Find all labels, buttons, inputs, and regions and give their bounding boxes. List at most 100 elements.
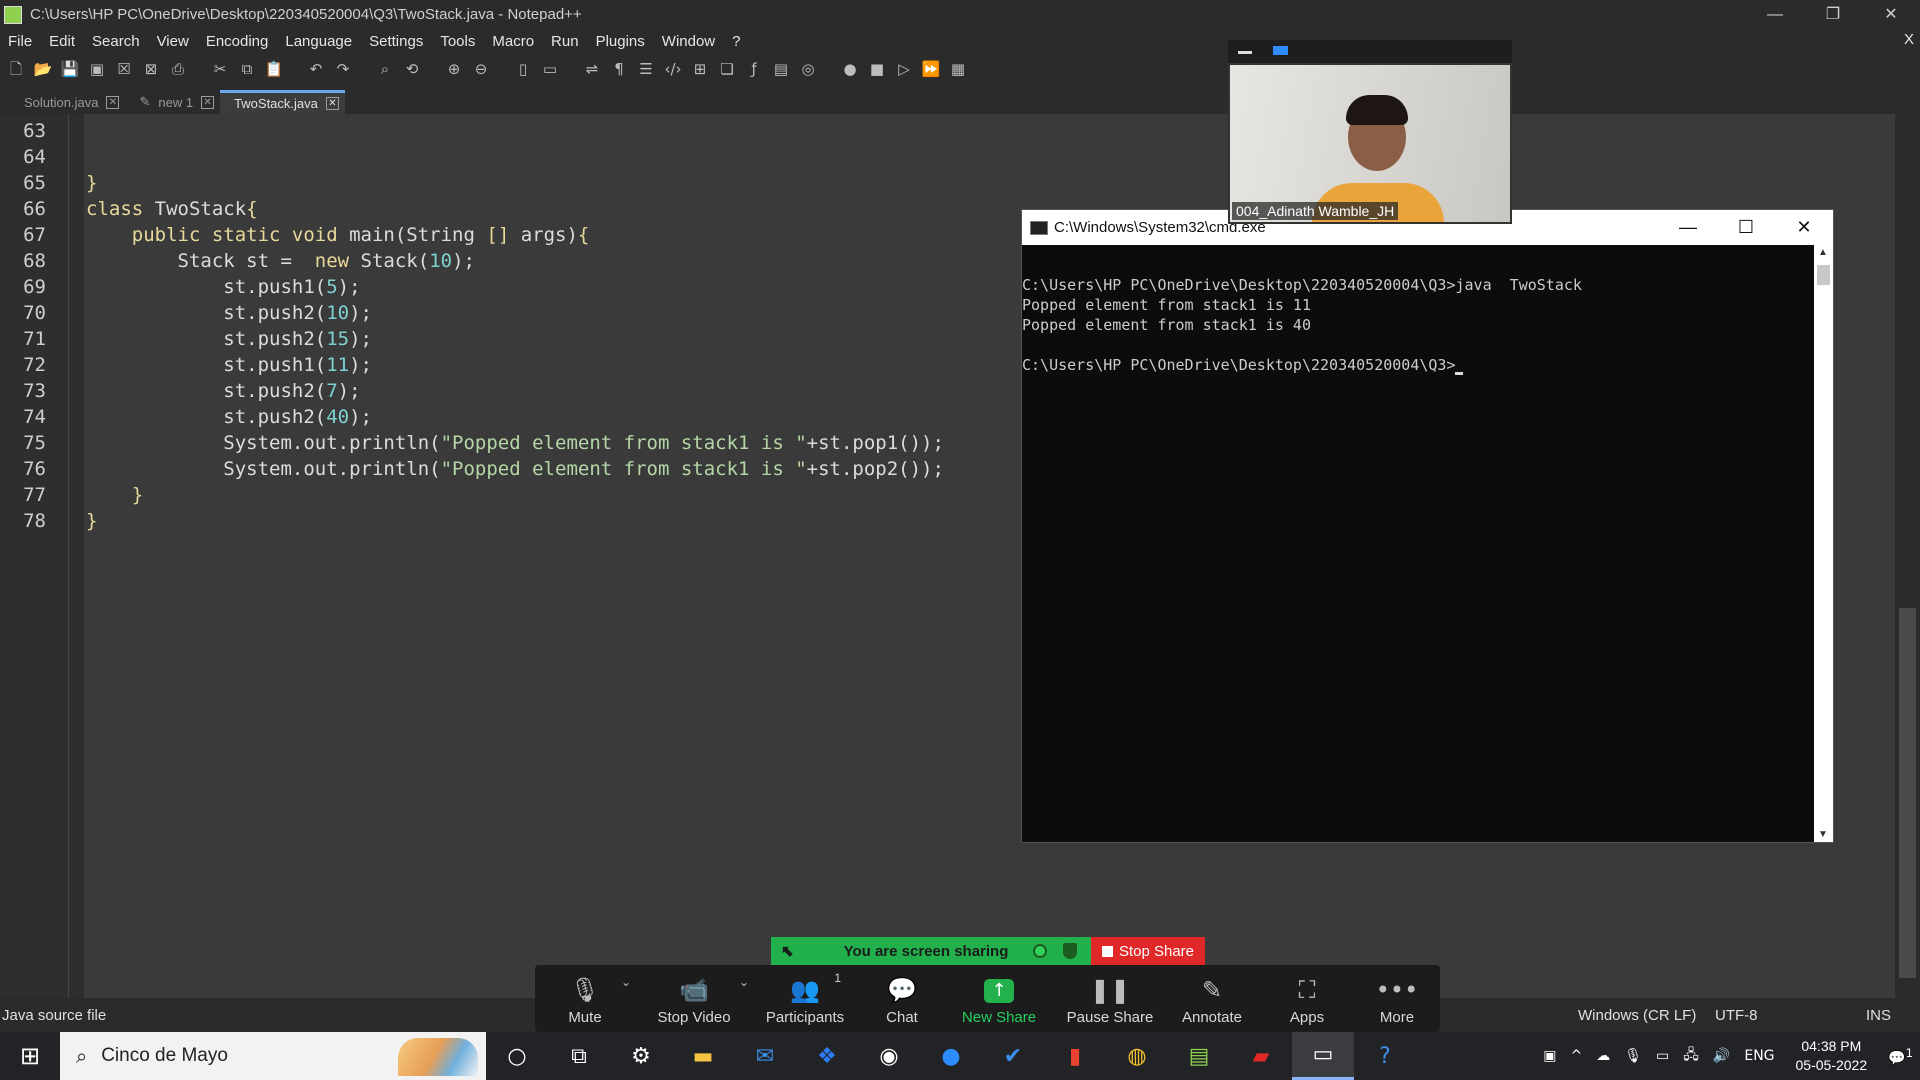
menu-plugins[interactable]: Plugins [596,33,645,50]
zoom-in-icon[interactable]: ⊕ [444,59,464,79]
chat-button[interactable]: 💬 Chat [857,965,947,1032]
record-macro-icon[interactable]: ● [840,59,860,79]
code-lines[interactable]: } class TwoStack{ public static void mai… [86,118,944,534]
minimize-video-icon[interactable] [1238,51,1252,54]
menu-help[interactable]: ? [732,33,740,50]
editor-scrollbar[interactable] [1895,114,1920,998]
minimize-button[interactable]: — [1746,0,1804,29]
dropbox-app[interactable]: ❖ [796,1032,858,1080]
menu-window[interactable]: Window [662,33,715,50]
new-file-icon[interactable]: 🗋 [6,59,26,79]
apps-button[interactable]: ⛶ Apps [1255,965,1359,1032]
notification-icon[interactable]: 💬1 [1888,1046,1913,1067]
document-list-icon[interactable]: ❏ [717,59,737,79]
menu-search[interactable]: Search [92,33,140,50]
mute-button[interactable]: 🎙 ⌄ Mute [535,965,635,1032]
cmd-app[interactable]: ▭ [1292,1032,1354,1080]
menu-view[interactable]: View [157,33,189,50]
new-share-button[interactable]: ↑ New Share [947,965,1051,1032]
scrollbar-thumb[interactable] [1899,608,1916,978]
clock[interactable]: 04:38 PM 05-05-2022 [1796,1037,1868,1075]
annotate-button[interactable]: ✎ Annotate [1169,965,1255,1032]
stop-macro-icon[interactable]: ■ [867,59,887,79]
cmd-close-button[interactable]: ✕ [1775,210,1833,245]
xml-tag-icon[interactable]: ‹/› [663,59,683,79]
indent-guide-icon[interactable]: ☰ [636,59,656,79]
app-circle[interactable]: ◉ [858,1032,920,1080]
chevron-down-icon[interactable]: ⌄ [621,975,631,989]
undo-icon[interactable]: ↶ [306,59,326,79]
start-button[interactable]: ⊞ [0,1032,60,1080]
paste-icon[interactable]: 📋 [264,59,284,79]
stop-video-button[interactable]: 📹 ⌄ Stop Video [635,965,753,1032]
network-icon[interactable]: 🖧 [1683,1044,1699,1068]
print-icon[interactable]: ⎙ [168,59,188,79]
open-file-icon[interactable]: 📂 [33,59,53,79]
notepadpp-app[interactable]: ▤ [1168,1032,1230,1080]
fold-margin[interactable] [68,114,84,998]
scroll-down-icon[interactable]: ▼ [1818,829,1828,840]
cloud-icon[interactable]: ☁ [1596,1048,1610,1064]
copy-icon[interactable]: ⧉ [237,59,257,79]
mail-app[interactable]: ✉ [734,1032,796,1080]
monitoring-icon[interactable]: ◎ [798,59,818,79]
cmd-window[interactable]: C:\Windows\System32\cmd.exe — ☐ ✕ C:\Use… [1021,209,1834,843]
tab-new-1[interactable]: ✎ new 1 ✕ [125,90,220,114]
close-icon[interactable]: ✕ [106,95,120,109]
menu-file[interactable]: File [8,33,32,50]
microphone-icon[interactable]: 🎙 [1624,1048,1642,1064]
todo-app[interactable]: ✔ [982,1032,1044,1080]
replace-icon[interactable]: ⟲ [402,59,422,79]
function-list-icon[interactable]: ƒ [744,59,764,79]
cut-icon[interactable]: ✂ [210,59,230,79]
video-view-icon[interactable] [1273,46,1288,55]
word-wrap-icon[interactable]: ⇌ [582,59,602,79]
language-indicator[interactable]: ENG [1744,1048,1774,1064]
encoding-status[interactable]: UTF-8 [1715,1007,1758,1024]
document-map-icon[interactable]: ⊞ [690,59,710,79]
close-icon[interactable]: ✕ [201,95,215,109]
zoom-app[interactable]: ● [920,1032,982,1080]
cmd-output[interactable]: C:\Users\HP PC\OneDrive\Desktop\22034052… [1022,245,1814,842]
news-icon[interactable]: ▣ [1543,1048,1556,1064]
office-app[interactable]: ▮ [1044,1032,1106,1080]
save-all-icon[interactable]: ▣ [87,59,107,79]
show-all-chars-icon[interactable]: ¶ [609,59,629,79]
task-view-button[interactable]: ⧉ [548,1032,610,1080]
volume-icon[interactable]: 🔊 [1713,1048,1730,1064]
acrobat-app[interactable]: ▰ [1230,1032,1292,1080]
pause-share-button[interactable]: ❚❚ Pause Share [1051,965,1169,1032]
menu-macro[interactable]: Macro [492,33,534,50]
save-icon[interactable]: 💾 [60,59,80,79]
menu-language[interactable]: Language [285,33,352,50]
participant-video[interactable]: 004_Adinath Wamble_JH [1228,63,1512,224]
battery-icon[interactable]: ▭ [1656,1048,1669,1064]
sync-vertical-icon[interactable]: ▯ [513,59,533,79]
cmd-maximize-button[interactable]: ☐ [1717,210,1775,245]
close-all-icon[interactable]: ⊠ [141,59,161,79]
maximize-button[interactable]: ❐ [1804,0,1862,29]
chrome-app[interactable]: ◍ [1106,1032,1168,1080]
zoom-out-icon[interactable]: ⊖ [471,59,491,79]
cmd-scrollbar-thumb[interactable] [1817,265,1830,285]
play-macro-icon[interactable]: ▷ [894,59,914,79]
sync-horizontal-icon[interactable]: ▭ [540,59,560,79]
close-button[interactable]: ✕ [1862,0,1920,29]
participants-button[interactable]: 👥 1 Participants [753,965,857,1032]
eol-status[interactable]: Windows (CR LF) [1578,1007,1696,1024]
run-macro-multiple-icon[interactable]: ⏩ [921,59,941,79]
more-button[interactable]: ••• More [1359,965,1435,1032]
close-document-button[interactable]: X [1904,31,1914,48]
tab-solution-java[interactable]: Solution.java ✕ [10,90,125,114]
menu-encoding[interactable]: Encoding [206,33,269,50]
cortana-button[interactable]: ○ [486,1032,548,1080]
stop-share-button[interactable]: Stop Share [1091,937,1205,965]
tab-twostack-java[interactable]: TwoStack.java ✕ [220,90,345,114]
help-app[interactable]: ? [1354,1032,1416,1080]
cmd-minimize-button[interactable]: — [1659,210,1717,245]
save-macro-icon[interactable]: ▦ [948,59,968,79]
settings-app[interactable]: ⚙ [610,1032,672,1080]
file-explorer-app[interactable]: ▬ [672,1032,734,1080]
find-icon[interactable]: ⌕ [375,59,395,79]
insert-mode-status[interactable]: INS [1866,1007,1891,1024]
